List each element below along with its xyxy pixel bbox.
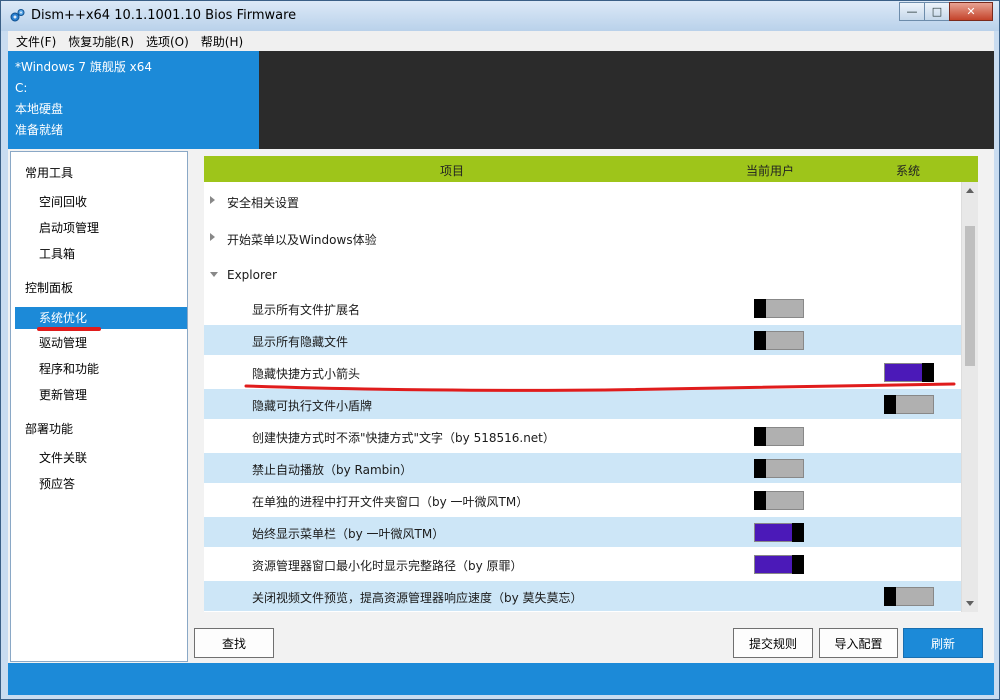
sidebar-item-space-cleanup[interactable]: 空间回收 (15, 191, 187, 213)
setting-label: 关闭视频文件预览，提高资源管理器响应速度（by 莫失莫忘） (252, 591, 583, 605)
sidebar-item-system-optimize[interactable]: 系统优化 (15, 307, 187, 329)
sidebar-item-answer-file[interactable]: 预应答 (15, 473, 187, 495)
user-toggle[interactable] (754, 555, 804, 574)
column-header-user[interactable]: 当前用户 (746, 162, 794, 179)
table-row: 在单独的进程中打开文件夹窗口（by 一叶微风TM） (204, 485, 961, 515)
sidebar-item-file-assoc[interactable]: 文件关联 (15, 447, 187, 469)
table-row: 资源管理器窗口最小化时显示完整路径（by 原罪） (204, 549, 961, 579)
table-row: 隐藏可执行文件小盾牌 (204, 389, 961, 419)
sidebar-item-startup[interactable]: 启动项管理 (15, 217, 187, 239)
maximize-button[interactable]: □ (924, 2, 950, 21)
window-controls: — □ ✕ (899, 2, 993, 22)
system-toggle[interactable] (884, 363, 934, 382)
status-bar (8, 663, 994, 695)
optimize-table: 项目 当前用户 系统 安全相关设置 开始菜单以及Windows体验 Explor… (204, 156, 978, 612)
sidebar-group-control-panel: 控制面板 (25, 281, 74, 295)
title-bar[interactable]: Dism++x64 10.1.1001.10 Bios Firmware — □… (1, 1, 999, 31)
scroll-down-icon[interactable] (966, 601, 974, 606)
user-toggle[interactable] (754, 299, 804, 318)
os-name: *Windows 7 旗舰版 x64 (15, 60, 153, 74)
close-button[interactable]: ✕ (949, 2, 993, 21)
vertical-scrollbar[interactable] (961, 182, 978, 612)
import-config-button[interactable]: 导入配置 (819, 628, 898, 658)
submit-rules-button[interactable]: 提交规则 (733, 628, 813, 658)
setting-label: 显示所有文件扩展名 (252, 303, 361, 317)
table-row: 隐藏快捷方式小箭头 (204, 357, 961, 387)
category-label: Explorer (227, 268, 277, 282)
system-toggle[interactable] (884, 587, 934, 606)
collapse-arrow-icon[interactable] (210, 272, 218, 277)
user-toggle[interactable] (754, 459, 804, 478)
setting-label: 资源管理器窗口最小化时显示完整路径（by 原罪） (252, 559, 523, 573)
category-row[interactable]: 开始菜单以及Windows体验 (204, 223, 961, 253)
scroll-thumb[interactable] (965, 226, 975, 366)
column-header-system[interactable]: 系统 (896, 162, 920, 179)
menu-help[interactable]: 帮助(H) (195, 33, 249, 50)
menu-file[interactable]: 文件(F) (10, 33, 62, 50)
sidebar-item-drivers[interactable]: 驱动管理 (15, 332, 187, 354)
category-label: 安全相关设置 (227, 196, 300, 210)
table-row: 创建快捷方式时不添"快捷方式"文字（by 518516.net） (204, 421, 961, 451)
user-toggle[interactable] (754, 331, 804, 350)
table-row: 显示所有文件扩展名 (204, 293, 961, 323)
user-toggle[interactable] (754, 523, 804, 542)
status-text: 准备就绪 (15, 123, 64, 137)
table-row: 始终显示菜单栏（by 一叶微风TM） (204, 517, 961, 547)
table-row: 显示所有隐藏文件 (204, 325, 961, 355)
table-header: 项目 当前用户 系统 (204, 156, 978, 182)
minimize-button[interactable]: — (899, 2, 925, 21)
setting-label: 显示所有隐藏文件 (252, 335, 349, 349)
category-row[interactable]: 安全相关设置 (204, 186, 961, 216)
find-button[interactable]: 查找 (194, 628, 274, 658)
menu-restore[interactable]: 恢复功能(R) (62, 33, 140, 50)
setting-label: 在单独的进程中打开文件夹窗口（by 一叶微风TM） (252, 495, 529, 509)
disk-type: 本地硬盘 (15, 102, 64, 116)
sidebar-group-tools: 常用工具 (25, 166, 74, 180)
setting-label: 创建快捷方式时不添"快捷方式"文字（by 518516.net） (252, 431, 555, 445)
category-row[interactable]: Explorer (204, 260, 961, 290)
table-row: 禁止自动播放（by Rambin） (204, 453, 961, 483)
session-list-panel (259, 51, 994, 149)
drive-letter: C: (15, 81, 28, 95)
annotation-underline (37, 327, 101, 331)
sidebar-item-toolbox[interactable]: 工具箱 (15, 243, 187, 265)
system-info-panel[interactable]: *Windows 7 旗舰版 x64 C: 本地硬盘 准备就绪 (8, 51, 259, 149)
sidebar-group-deploy: 部署功能 (25, 422, 74, 436)
sidebar-item-updates[interactable]: 更新管理 (15, 384, 187, 406)
sidebar-item-programs[interactable]: 程序和功能 (15, 358, 187, 380)
sidebar: 常用工具 空间回收 启动项管理 工具箱 控制面板 系统优化 驱动管理 程序和功能… (10, 151, 188, 662)
system-toggle[interactable] (884, 395, 934, 414)
column-header-item[interactable]: 项目 (440, 162, 464, 179)
scroll-up-icon[interactable] (966, 188, 974, 193)
menu-bar: 文件(F) 恢复功能(R) 选项(O) 帮助(H) (8, 31, 994, 51)
category-label: 开始菜单以及Windows体验 (227, 233, 377, 247)
refresh-button[interactable]: 刷新 (903, 628, 983, 658)
expand-arrow-icon[interactable] (210, 196, 215, 204)
gears-app-icon (10, 9, 25, 22)
window-title: Dism++x64 10.1.1001.10 Bios Firmware (31, 8, 297, 23)
setting-label: 始终显示菜单栏（by 一叶微风TM） (252, 527, 445, 541)
app-window: Dism++x64 10.1.1001.10 Bios Firmware — □… (0, 0, 1000, 700)
setting-label: 隐藏可执行文件小盾牌 (252, 399, 373, 413)
client-area: 文件(F) 恢复功能(R) 选项(O) 帮助(H) *Windows 7 旗舰版… (8, 31, 994, 695)
expand-arrow-icon[interactable] (210, 233, 215, 241)
menu-options[interactable]: 选项(O) (140, 33, 195, 50)
table-row: 关闭视频文件预览，提高资源管理器响应速度（by 莫失莫忘） (204, 581, 961, 611)
setting-label: 隐藏快捷方式小箭头 (252, 367, 361, 381)
setting-label: 禁止自动播放（by Rambin） (252, 463, 413, 477)
user-toggle[interactable] (754, 491, 804, 510)
user-toggle[interactable] (754, 427, 804, 446)
